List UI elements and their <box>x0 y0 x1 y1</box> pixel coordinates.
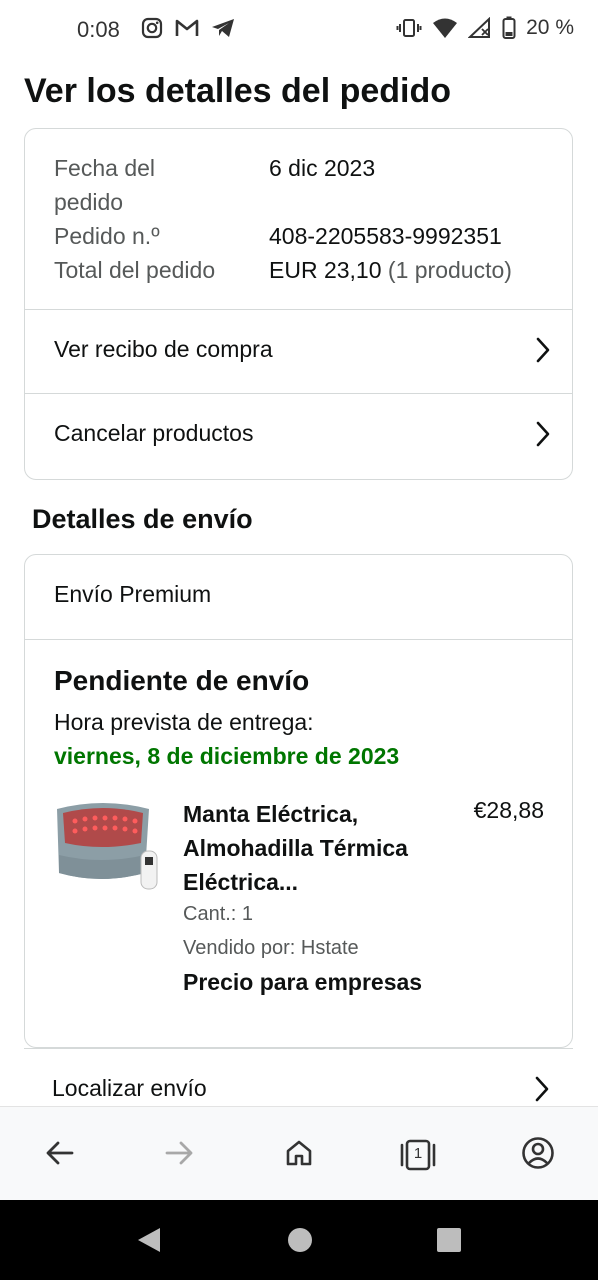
chevron-right-icon <box>534 336 552 369</box>
nav-back-button[interactable] <box>136 1226 162 1259</box>
vibrate-icon <box>396 17 422 39</box>
order-date-row: Fecha del pedido 6 dic 2023 <box>54 151 554 219</box>
status-time: 0:08 <box>77 17 120 42</box>
order-details-page: Ver los detalles del pedido Fecha del pe… <box>0 60 598 1106</box>
delivery-eta-label: Hora prevista de entrega: <box>54 709 314 735</box>
order-total-value-wrap: EUR 23,10 (1 producto) <box>269 253 512 287</box>
shipment-card: Envío Premium Pendiente de envío Hora pr… <box>24 554 573 1048</box>
product-price: €28,88 <box>473 797 544 823</box>
order-date-value: 6 dic 2023 <box>269 155 376 181</box>
divider <box>25 639 572 640</box>
back-arrow-icon <box>45 1139 75 1172</box>
order-number-value: 408-2205583-9992351 <box>269 223 502 249</box>
tab-count: 1 <box>413 1145 423 1162</box>
wifi-icon <box>432 17 458 39</box>
signal-icon <box>468 17 492 39</box>
order-item-count: (1 producto) <box>387 257 512 283</box>
cancel-products-label: Cancelar productos <box>54 420 254 446</box>
order-total-value: EUR 23,10 <box>269 257 382 283</box>
order-summary-card: Fecha del pedido 6 dic 2023 Pedido n.º 4… <box>24 128 573 480</box>
product-quantity: Cant.: 1 <box>183 903 254 925</box>
business-price-label: Precio para empresas <box>183 969 423 995</box>
home-button[interactable] <box>279 1135 319 1175</box>
chevron-right-icon <box>533 1075 551 1106</box>
notification-icons <box>140 16 236 40</box>
gmail-icon <box>174 17 200 39</box>
product-seller: Vendido por: Hstate <box>183 937 359 959</box>
shipping-type: Envío Premium <box>54 581 212 607</box>
view-receipt-label: Ver recibo de compra <box>54 336 273 362</box>
forward-button[interactable] <box>159 1135 199 1175</box>
product-title-link[interactable]: Manta Eléctrica, Almohadilla Térmica Elé… <box>183 797 433 899</box>
view-receipt-link[interactable]: Ver recibo de compra <box>25 309 572 393</box>
account-icon <box>521 1136 555 1175</box>
system-icons: 20 % <box>396 16 574 40</box>
page-title: Ver los detalles del pedido <box>24 72 452 110</box>
account-button[interactable] <box>518 1135 558 1175</box>
shipment-status: Pendiente de envío <box>54 665 310 696</box>
instagram-icon <box>140 16 164 40</box>
shipping-section-title: Detalles de envío <box>32 504 253 534</box>
nav-recents-button[interactable] <box>436 1226 462 1259</box>
status-bar: 0:08 20 % <box>0 0 598 60</box>
order-date-label: Fecha del pedido <box>54 155 156 215</box>
order-number-row: Pedido n.º 408-2205583-9992351 <box>54 219 554 253</box>
telegram-icon <box>210 16 236 40</box>
cancel-products-link[interactable]: Cancelar productos <box>25 393 572 477</box>
order-info: Fecha del pedido 6 dic 2023 Pedido n.º 4… <box>54 151 554 287</box>
track-shipment-link[interactable]: Localizar envío <box>24 1048 573 1106</box>
order-total-row: Total del pedido EUR 23,10 (1 producto) <box>54 253 554 287</box>
battery-icon <box>502 16 516 40</box>
back-button[interactable] <box>40 1135 80 1175</box>
browser-toolbar: 1 <box>0 1106 598 1201</box>
track-shipment-label: Localizar envío <box>52 1075 207 1101</box>
tabs-button[interactable]: 1 <box>398 1135 438 1175</box>
forward-arrow-icon <box>164 1139 194 1172</box>
order-number-label: Pedido n.º <box>54 223 160 249</box>
nav-home-button[interactable] <box>287 1226 313 1259</box>
product-image[interactable] <box>53 795 161 899</box>
delivery-eta-date: viernes, 8 de diciembre de 2023 <box>54 743 400 769</box>
order-total-label: Total del pedido <box>54 257 216 283</box>
tabs-icon: 1 <box>398 1139 438 1171</box>
battery-percent: 20 % <box>526 16 574 39</box>
home-icon <box>284 1138 314 1173</box>
chevron-right-icon <box>534 420 552 453</box>
system-nav-bar <box>0 1200 598 1280</box>
